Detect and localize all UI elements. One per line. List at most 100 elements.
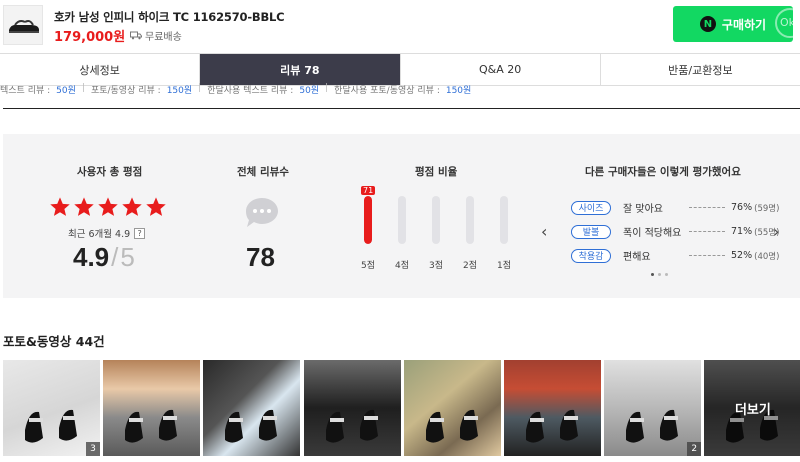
product-tabs: 상세정보 리뷰 78 Q&A 20 반품/교환정보	[0, 53, 800, 86]
evaluation-row: 착용감 편해요 52% (40명)	[571, 248, 779, 263]
photo-count-badge: 2	[687, 442, 702, 456]
divider: |	[325, 83, 329, 93]
evaluation-text: 폭이 적당해요	[623, 228, 682, 239]
product-title: 호카 남성 인피니 하이크 TC 1162570-BBLC	[54, 10, 285, 24]
sandal-icon	[9, 20, 39, 33]
product-price: 179,000원	[54, 30, 126, 45]
sandal-photo-shape	[425, 409, 478, 443]
review-photo[interactable]	[403, 360, 501, 456]
rating-bar-fill	[364, 196, 372, 244]
reward-month-text-label: 한달사용 텍스트 리뷰 :	[207, 86, 294, 95]
naver-pay-icon: N	[699, 16, 716, 32]
reward-text-label: 텍스트 리뷰 :	[0, 86, 51, 95]
total-reviews-count: 78	[246, 242, 275, 272]
star-rating	[49, 196, 167, 218]
rating-bar-label: 3점	[429, 261, 444, 271]
reward-month-text-value: 50원	[299, 86, 320, 95]
tab-return-exchange[interactable]: 반품/교환정보	[601, 54, 800, 85]
review-photo[interactable]	[203, 360, 301, 456]
more-photos-button[interactable]: 더보기	[704, 360, 800, 456]
reward-month-photo-label: 한달사용 포토/동영상 리뷰 :	[334, 86, 440, 95]
star-icon	[74, 197, 94, 216]
speech-bubble-icon	[246, 198, 278, 227]
ratio-title: 평점 비율	[415, 166, 458, 178]
rating-bar	[432, 196, 440, 244]
total-reviews-title: 전체 리뷰수	[237, 166, 289, 178]
review-photo[interactable]	[303, 360, 401, 456]
evaluation-count: (40명)	[754, 251, 780, 262]
tab-reviews[interactable]: 리뷰 78	[200, 54, 401, 85]
prev-arrow-icon[interactable]: ‹	[541, 222, 547, 241]
evaluation-row: 발볼 폭이 적당해요 71% (55명)	[571, 224, 779, 239]
evaluation-row: 사이즈 잘 맞아요 76% (59명)	[571, 200, 779, 215]
buy-label: 구매하기	[721, 17, 767, 32]
evaluation-count: (55명)	[754, 227, 780, 238]
photo-count-badge: 3	[86, 442, 100, 456]
divider: |	[81, 83, 85, 93]
sandal-photo-shape	[325, 409, 378, 443]
reward-photo-label: 포토/동영상 리뷰 :	[90, 86, 161, 95]
reward-text-value: 50원	[56, 86, 76, 95]
rating-ratio-bars: 71 5점 4점 3점 2점 1점	[356, 186, 516, 271]
shipping-info: 무료배송	[130, 28, 182, 43]
average-score: 4.9/5	[73, 242, 135, 273]
sandal-photo-shape	[526, 409, 578, 443]
review-reward-info: 텍스트 리뷰 : 50원 | 포토/동영상 리뷰 : 150원 | 한달사용 텍…	[0, 83, 800, 95]
reward-photo-value: 150원	[166, 86, 193, 95]
sandal-photo-shape	[225, 409, 278, 443]
score-max: 5	[120, 242, 135, 272]
photo-gallery: 3 2 더보기	[3, 360, 800, 456]
evaluation-text: 편해요	[623, 252, 651, 263]
review-photo[interactable]: 2	[604, 360, 702, 456]
recent-rating-label: 최근 6개월 4.9	[68, 229, 131, 240]
section-divider	[3, 108, 800, 109]
star-icon	[146, 197, 166, 216]
evaluation-tag[interactable]: 발볼	[571, 224, 611, 239]
evaluation-percent: 52%	[731, 250, 753, 261]
rating-bar-label: 4점	[395, 261, 410, 271]
shipping-label: 무료배송	[145, 32, 182, 43]
evaluation-percent: 71%	[731, 226, 753, 237]
help-icon[interactable]: ?	[134, 227, 146, 239]
evaluation-title: 다른 구매자들은 이렇게 평가했어요	[585, 166, 741, 178]
rating-bar-badge: 71	[361, 186, 376, 195]
rating-bar	[364, 196, 372, 244]
evaluation-count: (59명)	[754, 203, 780, 214]
review-photo[interactable]	[504, 360, 601, 456]
evaluation-text: 잘 맞아요	[623, 204, 663, 215]
tab-details[interactable]: 상세정보	[0, 54, 201, 85]
divider: |	[198, 83, 202, 93]
evaluation-leader	[689, 255, 725, 256]
evaluation-leader	[689, 231, 725, 232]
truck-icon	[130, 31, 142, 40]
review-photo[interactable]	[103, 360, 201, 456]
product-thumbnail[interactable]	[3, 5, 43, 45]
score-value: 4.9	[73, 242, 110, 272]
rating-title: 사용자 총 평점	[77, 166, 143, 178]
review-photo[interactable]: 3	[3, 360, 100, 456]
star-icon	[122, 197, 142, 216]
rating-bar	[500, 196, 508, 244]
star-icon	[50, 197, 70, 216]
rating-bar-label: 5점	[361, 261, 376, 271]
rating-bar	[466, 196, 474, 244]
star-icon	[98, 197, 118, 216]
evaluation-tag[interactable]: 사이즈	[571, 200, 611, 215]
review-photo[interactable]: 더보기	[704, 360, 800, 456]
rating-bar-label: 2점	[463, 261, 478, 271]
evaluation-tag[interactable]: 착용감	[571, 248, 611, 263]
tab-qna[interactable]: Q&A 20	[401, 54, 601, 85]
evaluation-leader	[689, 207, 725, 208]
carousel-dot[interactable]	[665, 273, 668, 276]
carousel-dot[interactable]	[651, 273, 654, 276]
product-header: 호카 남성 인피니 하이크 TC 1162570-BBLC 179,000원 무…	[0, 0, 800, 52]
evaluation-percent: 76%	[731, 202, 753, 213]
rating-bar	[398, 196, 406, 244]
recent-rating: 최근 6개월 4.9 ?	[68, 226, 146, 240]
carousel-dot[interactable]	[658, 273, 661, 276]
photo-section-title: 포토&동영상 44건	[3, 334, 105, 349]
review-summary-panel: 사용자 총 평점 최근 6개월 4.9 ? 4.9/5 전체 리뷰수 78 평점…	[3, 134, 800, 298]
carousel-dots	[651, 273, 668, 276]
reward-month-photo-value: 150원	[445, 86, 472, 95]
score-slash: /	[111, 242, 119, 272]
